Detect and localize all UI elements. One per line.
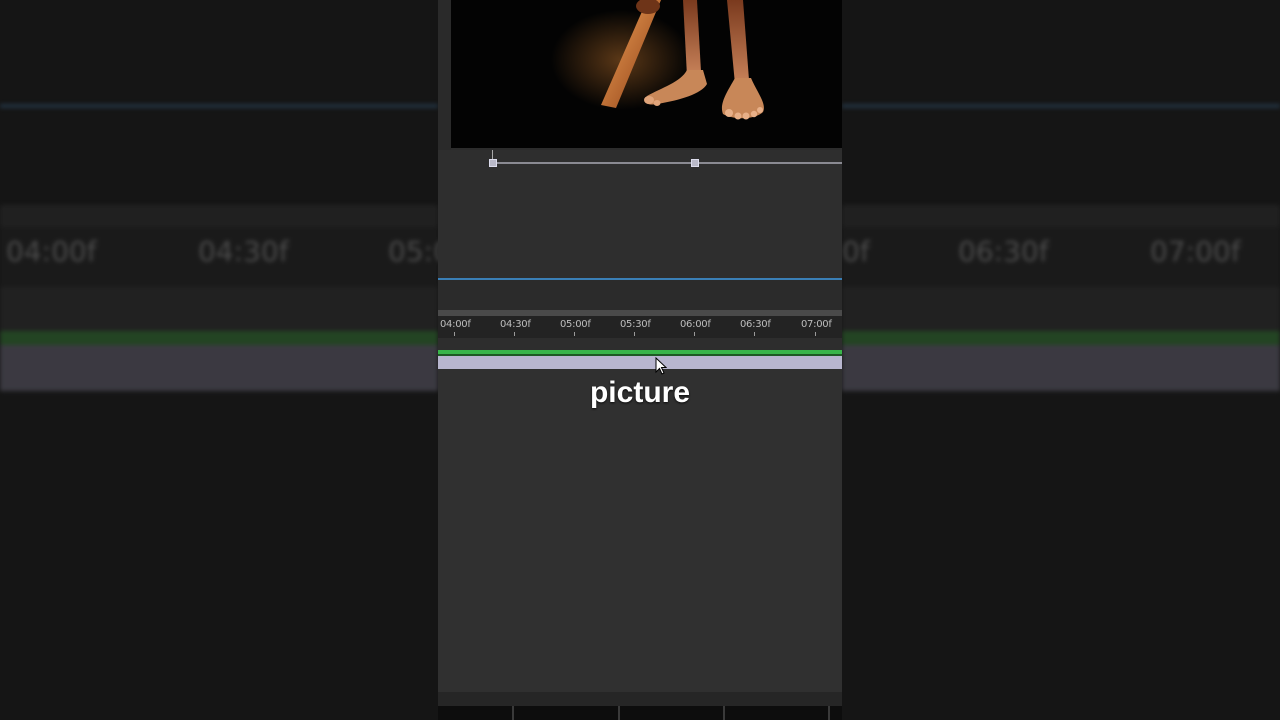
ruler-timecode: 06:30f bbox=[740, 319, 771, 330]
viewer-gutter bbox=[438, 0, 451, 150]
video-track-clip[interactable] bbox=[438, 356, 842, 369]
timeline-ruler[interactable]: 04:00f 04:30f 05:00f 05:30f 06:00f 06:30… bbox=[438, 316, 842, 338]
ruler-tick bbox=[634, 332, 635, 336]
track-spacer bbox=[438, 338, 842, 350]
background-timecode: 0f bbox=[842, 235, 870, 268]
background-timecode: 06:30f bbox=[958, 235, 1049, 268]
subtitle-caption: picture bbox=[589, 376, 691, 409]
ruler-timecode: 06:00f bbox=[680, 319, 711, 330]
timeline-header bbox=[438, 280, 842, 310]
preview-frame-image bbox=[451, 0, 842, 148]
timeline-footer bbox=[438, 692, 842, 706]
ruler-tick bbox=[754, 332, 755, 336]
mouse-pointer-icon bbox=[655, 357, 667, 375]
scrub-playhead-handle[interactable] bbox=[691, 159, 699, 167]
background-timecode: 05:0 bbox=[388, 235, 438, 268]
ruler-timecode: 07:00f bbox=[801, 319, 832, 330]
bottom-toolbar bbox=[438, 706, 842, 720]
background-ruler-right: 0f 06:30f 07:00f bbox=[842, 227, 1280, 287]
ruler-tick bbox=[815, 332, 816, 336]
background-ruler-left: 04:00f 04:30f 05:0 bbox=[0, 227, 438, 287]
ruler-timecode: 04:30f bbox=[500, 319, 531, 330]
ruler-tick bbox=[454, 332, 455, 336]
ruler-tick bbox=[574, 332, 575, 336]
video-editor-panel: 04:00f 04:30f 05:00f 05:30f 06:00f 06:30… bbox=[438, 0, 842, 720]
background-right-panel: 0f 06:30f 07:00f bbox=[842, 0, 1280, 720]
ruler-tick bbox=[514, 332, 515, 336]
ruler-timecode: 05:00f bbox=[560, 319, 591, 330]
background-timecode: 04:30f bbox=[198, 235, 289, 268]
scrub-in-point-handle[interactable] bbox=[489, 159, 497, 167]
ruler-timecode: 05:30f bbox=[620, 319, 651, 330]
scrub-area bbox=[438, 150, 842, 280]
ruler-tick bbox=[694, 332, 695, 336]
background-timecode: 04:00f bbox=[6, 235, 97, 268]
ruler-timecode: 04:00f bbox=[440, 319, 471, 330]
scrub-bar[interactable] bbox=[492, 162, 842, 164]
background-timecode: 07:00f bbox=[1150, 235, 1241, 268]
background-left-panel: 04:00f 04:30f 05:0 bbox=[0, 0, 438, 720]
preview-viewer[interactable] bbox=[451, 0, 842, 148]
timeline-empty-area[interactable] bbox=[438, 369, 842, 692]
